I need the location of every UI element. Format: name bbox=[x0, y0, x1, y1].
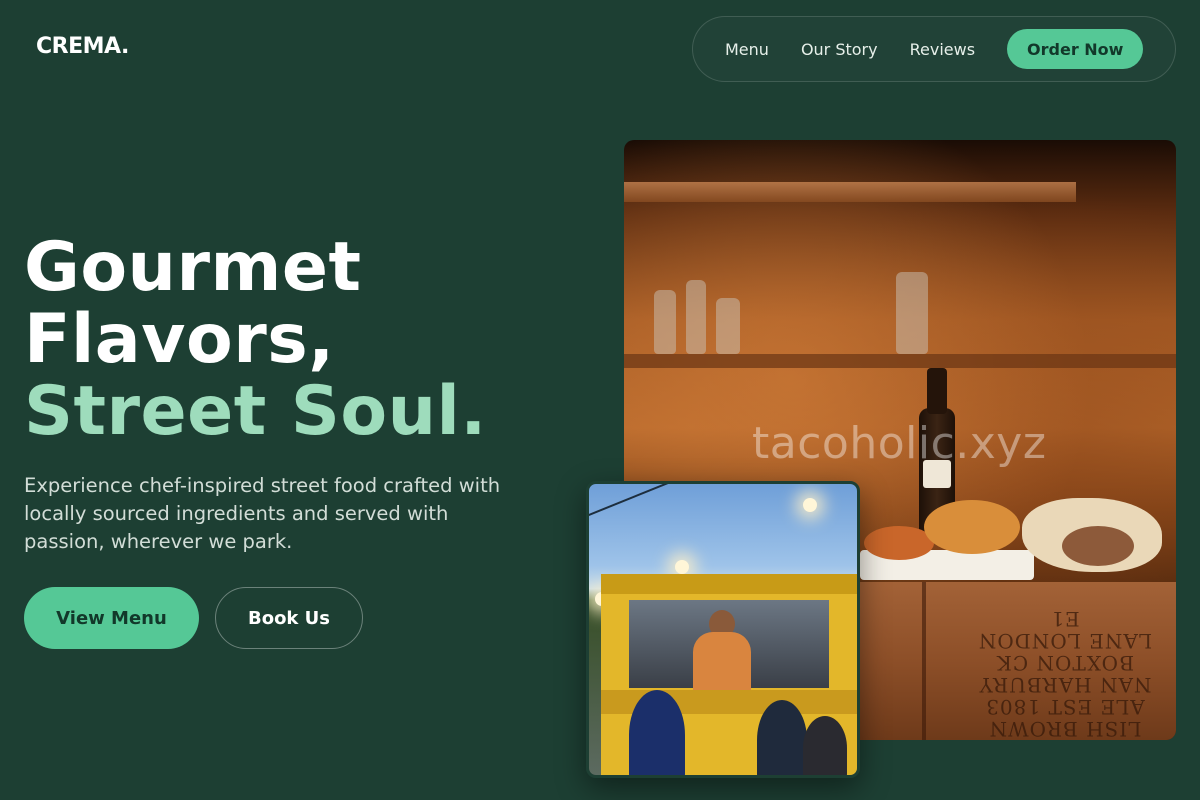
order-now-button[interactable]: Order Now bbox=[1007, 29, 1144, 69]
photo-shelf bbox=[624, 182, 1076, 202]
photo-watermark: tacoholic.xyz bbox=[752, 418, 1047, 469]
photo-bottle bbox=[896, 272, 928, 354]
hero-description: Experience chef-inspired street food cra… bbox=[24, 474, 501, 553]
photo-bottle bbox=[686, 280, 706, 354]
photo-shelf-lower bbox=[624, 354, 1176, 368]
hero-title-line-2: Flavors, bbox=[24, 300, 335, 379]
food-truck-photo bbox=[586, 481, 860, 778]
food-truck-roof bbox=[601, 574, 857, 594]
hero-title-line-1: Gourmet bbox=[24, 228, 362, 307]
food-fries bbox=[864, 526, 934, 560]
brand-logo[interactable]: CREMA. bbox=[36, 34, 129, 59]
customer-silhouette bbox=[757, 700, 807, 775]
photo-bottle bbox=[654, 290, 676, 354]
nav-link-reviews[interactable]: Reviews bbox=[910, 40, 975, 59]
string-lights-wire bbox=[589, 484, 811, 524]
food-taco bbox=[924, 500, 1020, 554]
view-menu-button[interactable]: View Menu bbox=[24, 587, 199, 649]
food-wrap-filling bbox=[1062, 526, 1134, 566]
photo-bottle bbox=[716, 298, 740, 354]
light-bulb bbox=[803, 498, 817, 512]
nav-link-menu[interactable]: Menu bbox=[725, 40, 769, 59]
wooden-crate: LISH BROWN ALE EST 1803 NAN HARBURY BOXT… bbox=[860, 582, 1176, 740]
crate-stencil-text: LISH BROWN ALE EST 1803 NAN HARBURY BOXT… bbox=[977, 607, 1153, 740]
nav-link-our-story[interactable]: Our Story bbox=[801, 40, 878, 59]
hero-title-line-3: Street Soul. bbox=[24, 372, 487, 451]
light-bulb bbox=[675, 560, 689, 574]
top-nav: Menu Our Story Reviews Order Now bbox=[692, 16, 1176, 82]
customer-silhouette bbox=[803, 716, 847, 775]
customer-silhouette bbox=[629, 690, 685, 775]
hero-title: Gourmet Flavors, Street Soul. bbox=[24, 232, 487, 448]
book-us-button[interactable]: Book Us bbox=[215, 587, 363, 649]
